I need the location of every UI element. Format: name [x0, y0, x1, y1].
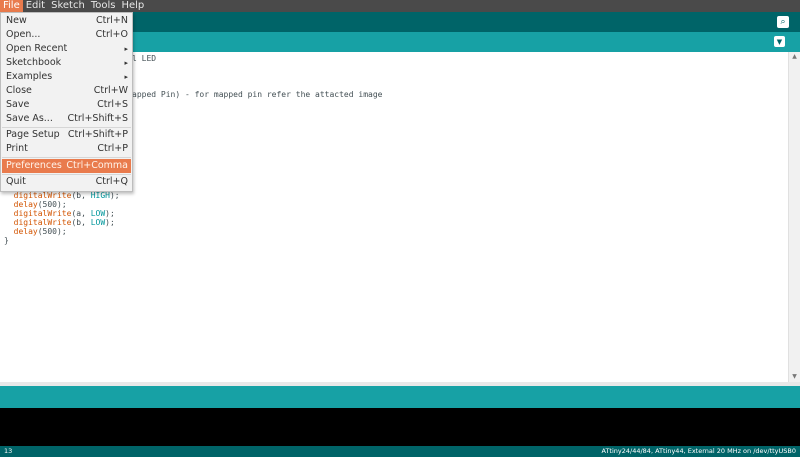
submenu-arrow-icon: ▸ — [124, 59, 128, 67]
menu-item-shortcut: Ctrl+Q — [95, 176, 128, 187]
tab-menu-button[interactable]: ▼ — [774, 36, 785, 47]
vertical-scrollbar[interactable]: ▲ ▼ — [788, 52, 800, 382]
menu-item-label: Save — [6, 99, 30, 110]
code-token: digitalWrite — [13, 218, 72, 227]
menu-item-shortcut: Ctrl+O — [95, 29, 128, 40]
serial-monitor-button[interactable]: ⌕ — [777, 16, 789, 28]
menu-item-shortcut: Ctrl+Comma — [66, 160, 128, 171]
code-token: HIGH — [90, 191, 110, 200]
menu-item-sketchbook[interactable]: Sketchbook ▸ — [2, 56, 131, 70]
menu-item-save-as[interactable]: Save As... Ctrl+Shift+S — [2, 112, 131, 126]
menu-tools[interactable]: Tools — [88, 0, 119, 12]
menu-help[interactable]: Help — [118, 0, 147, 12]
code-line: delay(500); — [4, 227, 67, 236]
line-number: 13 — [4, 447, 13, 455]
menu-item-open-recent[interactable]: Open Recent ▸ — [2, 42, 131, 56]
code-fragment: l LED — [132, 54, 157, 63]
menu-item-label: Examples — [6, 71, 53, 82]
menu-item-shortcut: Ctrl+Shift+S — [67, 113, 128, 124]
menu-item-open[interactable]: Open... Ctrl+O — [2, 28, 131, 42]
menu-item-label: Open... — [6, 29, 41, 40]
serial-monitor-icon: ⌕ — [780, 17, 786, 27]
menu-item-label: Preferences — [6, 160, 62, 171]
status-bar: 13 ATtiny24/44/84, ATtiny44, External 20… — [0, 446, 800, 457]
code-token: (b, — [71, 218, 91, 227]
code-fragment: apped Pin) - for mapped pin refer the at… — [132, 90, 383, 99]
code-line: digitalWrite(a, LOW); — [4, 209, 115, 218]
menu-item-save[interactable]: Save Ctrl+S — [2, 98, 131, 112]
code-token: (a, — [71, 209, 91, 218]
menu-item-shortcut: Ctrl+S — [97, 99, 128, 110]
menu-item-label: Page Setup — [6, 129, 60, 140]
board-info: ATtiny24/44/84, ATtiny44, External 20 MH… — [601, 447, 796, 455]
code-token: digitalWrite — [13, 209, 72, 218]
menu-item-label: Open Recent — [6, 43, 68, 54]
code-token: delay — [13, 227, 38, 236]
menu-item-label: Print — [6, 143, 28, 154]
code-token: (b, — [71, 191, 91, 200]
menu-item-label: Save As... — [6, 113, 53, 124]
code-token: digitalWrite — [13, 191, 72, 200]
menu-file[interactable]: File — [0, 0, 23, 12]
scroll-down-icon[interactable]: ▼ — [789, 372, 800, 382]
code-line: } — [4, 236, 9, 245]
message-bar — [0, 386, 800, 408]
menu-item-examples[interactable]: Examples ▸ — [2, 70, 131, 84]
code-token: delay — [13, 200, 38, 209]
menu-item-page-setup[interactable]: Page Setup Ctrl+Shift+P — [2, 128, 131, 142]
menu-item-shortcut: Ctrl+W — [93, 85, 128, 96]
menu-bar: File Edit Sketch Tools Help — [0, 0, 800, 12]
code-token: (500); — [37, 200, 67, 209]
menu-item-print[interactable]: Print Ctrl+P — [2, 142, 131, 156]
code-token: ); — [105, 209, 115, 218]
menu-item-close[interactable]: Close Ctrl+W — [2, 84, 131, 98]
code-token: ); — [109, 191, 120, 200]
code-token: ); — [105, 218, 115, 227]
scroll-up-icon[interactable]: ▲ — [789, 52, 800, 62]
menu-item-label: New — [6, 15, 27, 26]
menu-separator — [2, 157, 131, 158]
menu-item-shortcut: Ctrl+N — [96, 15, 128, 26]
submenu-arrow-icon: ▸ — [124, 73, 128, 81]
code-line: digitalWrite(b, HIGH); — [4, 191, 120, 200]
console-output — [0, 408, 800, 446]
menu-item-preferences[interactable]: Preferences Ctrl+Comma — [2, 159, 131, 173]
menu-sketch[interactable]: Sketch — [48, 0, 88, 12]
code-token: LOW — [90, 218, 106, 227]
submenu-arrow-icon: ▸ — [124, 45, 128, 53]
code-token: (500); — [37, 227, 67, 236]
code-line: delay(500); — [4, 200, 67, 209]
code-line: digitalWrite(b, LOW); — [4, 218, 115, 227]
menu-item-label: Close — [6, 85, 32, 96]
menu-item-shortcut: Ctrl+Shift+P — [67, 129, 128, 140]
menu-item-new[interactable]: New Ctrl+N — [2, 14, 131, 28]
menu-item-label: Sketchbook — [6, 57, 62, 68]
file-menu-dropdown: New Ctrl+N Open... Ctrl+O Open Recent ▸ … — [0, 12, 133, 192]
menu-item-label: Quit — [6, 176, 26, 187]
menu-item-shortcut: Ctrl+P — [97, 143, 128, 154]
menu-edit[interactable]: Edit — [23, 0, 48, 12]
chevron-down-icon: ▼ — [776, 37, 783, 46]
code-token: LOW — [90, 209, 106, 218]
menu-item-quit[interactable]: Quit Ctrl+Q — [2, 175, 131, 189]
